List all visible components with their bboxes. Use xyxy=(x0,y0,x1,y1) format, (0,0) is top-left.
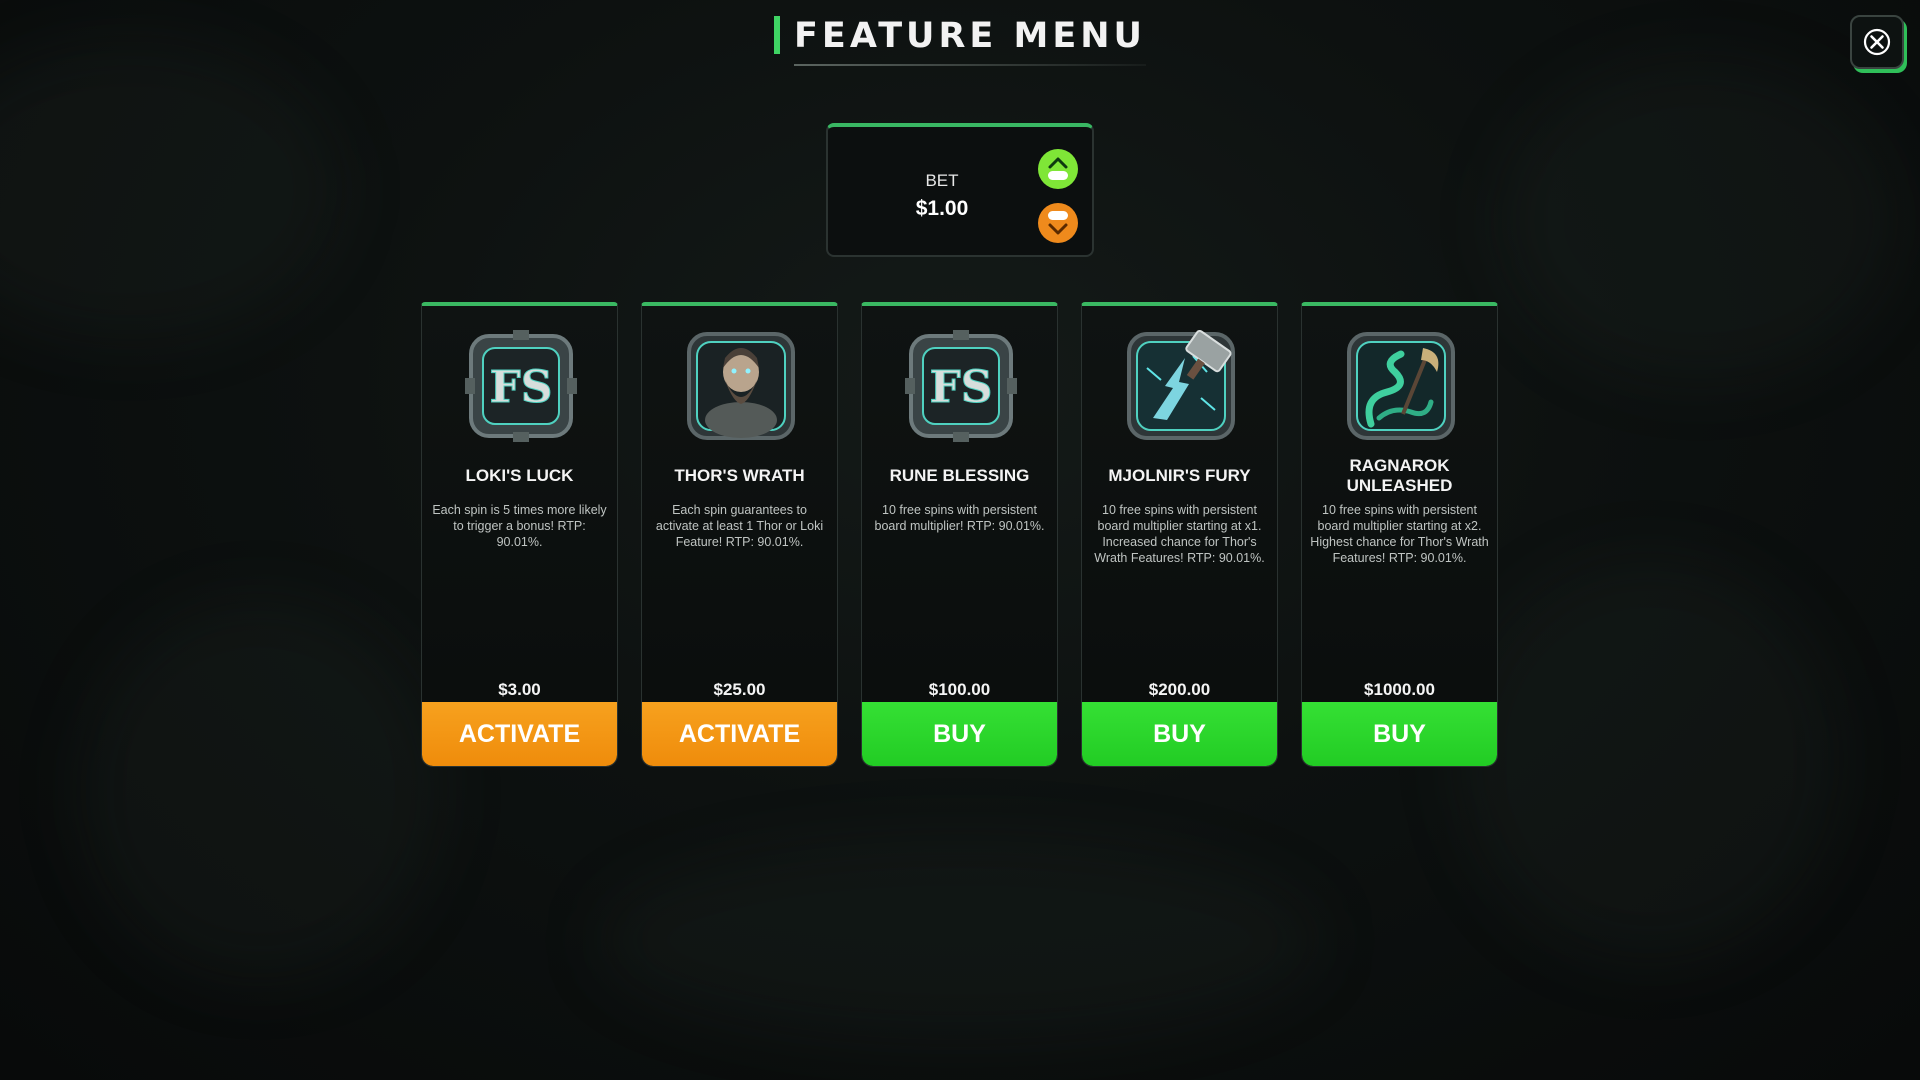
activate-button[interactable]: ACTIVATE xyxy=(422,702,617,766)
card-title: MJOLNIR'S FURY xyxy=(1108,466,1251,485)
feature-card-rune-blessing: FS RUNE BLESSING 10 free spins with pers… xyxy=(861,302,1058,767)
card-price: $200.00 xyxy=(1148,680,1211,699)
feature-cards: FS LOKI'S LUCK Each spin is 5 times more… xyxy=(421,302,1498,767)
card-price: $1000.00 xyxy=(1364,680,1435,699)
hammer-lightning-icon xyxy=(1127,329,1235,440)
buy-button[interactable]: BUY xyxy=(1082,702,1277,766)
bet-label: BET xyxy=(925,171,959,190)
close-icon xyxy=(1863,28,1891,56)
serpent-axe-icon xyxy=(1347,332,1455,440)
buy-button[interactable]: BUY xyxy=(862,702,1057,766)
bet-decrease-button[interactable] xyxy=(1038,203,1078,243)
header: FEATURE MENU xyxy=(0,16,1920,66)
background-blob xyxy=(1500,60,1900,380)
card-description: 10 free spins with persistent board mult… xyxy=(1094,503,1265,565)
card-price: $25.00 xyxy=(713,680,766,699)
fs-rune-icon: FS xyxy=(905,330,1017,442)
background-blob xyxy=(600,840,1320,1040)
feature-card-mjolnirs-fury: MJOLNIR'S FURY 10 free spins with persis… xyxy=(1081,302,1278,767)
feature-card-lokis-luck: FS LOKI'S LUCK Each spin is 5 times more… xyxy=(421,302,618,767)
svg-text:FS: FS xyxy=(489,362,552,413)
bet-value: $1.00 xyxy=(915,197,969,220)
bet-increase-button[interactable] xyxy=(1038,149,1078,189)
card-description: 10 free spins with persistent board mult… xyxy=(1310,503,1489,565)
page-title: FEATURE MENU xyxy=(774,16,1146,66)
background-blob xyxy=(80,600,440,980)
title-accent-bar xyxy=(774,16,780,54)
page-title-text: FEATURE MENU xyxy=(794,16,1146,56)
feature-card-ragnarok-unleashed: RAGNAROK UNLEASHED 10 free spins with pe… xyxy=(1301,302,1498,767)
bet-panel: BET $1.00 xyxy=(826,123,1094,257)
svg-text:FS: FS xyxy=(929,362,992,413)
card-description: Each spin guarantees to activate at leas… xyxy=(655,503,824,549)
chevron-down-icon xyxy=(1048,211,1068,235)
activate-button[interactable]: ACTIVATE xyxy=(642,702,837,766)
card-description: Each spin is 5 times more likely to trig… xyxy=(432,503,607,549)
card-price: $100.00 xyxy=(928,680,991,699)
card-title: RUNE BLESSING xyxy=(889,466,1030,485)
background-blob xyxy=(0,40,340,340)
card-title: RAGNAROK UNLEASHED xyxy=(1346,456,1453,495)
close-button[interactable] xyxy=(1850,15,1904,69)
card-price: $3.00 xyxy=(498,680,541,699)
card-title: LOKI'S LUCK xyxy=(465,466,574,485)
card-title: THOR'S WRATH xyxy=(674,466,805,485)
title-underline xyxy=(794,64,1146,66)
buy-button[interactable]: BUY xyxy=(1302,702,1497,766)
background-blob xyxy=(1460,560,1840,960)
card-description: 10 free spins with persistent board mult… xyxy=(874,503,1045,533)
feature-card-thors-wrath: THOR'S WRATH Each spin guarantees to act… xyxy=(641,302,838,767)
thor-portrait-icon xyxy=(687,332,795,440)
fs-rune-icon: FS xyxy=(465,330,577,442)
chevron-up-icon xyxy=(1048,157,1068,180)
